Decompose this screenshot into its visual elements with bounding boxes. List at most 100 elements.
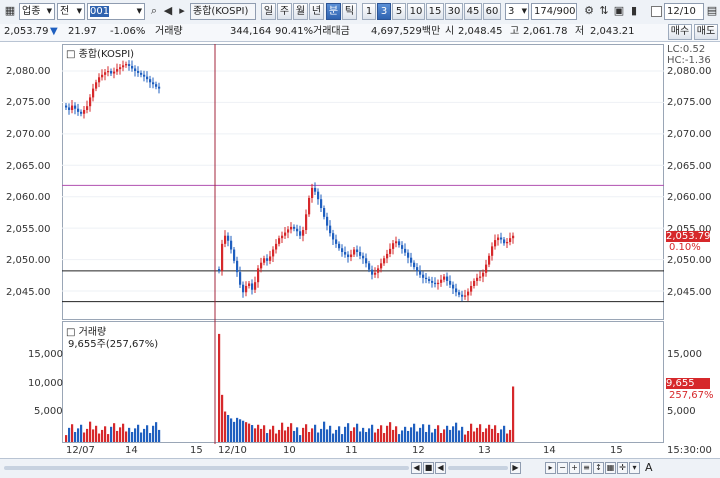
- period-day[interactable]: 일: [261, 3, 276, 20]
- minute-45[interactable]: 45: [464, 3, 482, 20]
- grid-icon[interactable]: ▦: [605, 462, 616, 474]
- speaker-icon[interactable]: ◀: [161, 4, 175, 19]
- crosshair-icon[interactable]: ✛: [617, 462, 628, 474]
- volume-bar: [290, 423, 293, 442]
- market-select[interactable]: 업종 ▼: [19, 3, 55, 20]
- candle-body: [263, 258, 266, 263]
- volume-bar: [269, 429, 272, 442]
- search-icon[interactable]: ⌕: [147, 4, 161, 19]
- period-tick[interactable]: 틱: [342, 3, 357, 20]
- candle-body: [512, 235, 515, 239]
- x-label: 14: [125, 445, 138, 456]
- buy-button[interactable]: 매수: [668, 24, 692, 40]
- volume-bar: [266, 433, 269, 442]
- volume-bar: [275, 433, 278, 442]
- period-minute[interactable]: 분: [326, 3, 341, 20]
- candle-body: [158, 86, 161, 89]
- text-size-icon[interactable]: A: [645, 461, 653, 474]
- price-y-tick-right: 2,080.00: [667, 66, 712, 77]
- volume-bar: [149, 433, 152, 442]
- range-select[interactable]: 전 ▼: [57, 3, 85, 20]
- volume-bar: [242, 420, 245, 442]
- candle-body: [251, 283, 254, 290]
- down-icon[interactable]: ▾: [629, 462, 640, 474]
- volume-bar: [224, 411, 227, 442]
- zoom-in-icon[interactable]: +: [569, 462, 580, 474]
- period-week[interactable]: 주: [277, 3, 292, 20]
- zoom-out-icon[interactable]: −: [557, 462, 568, 474]
- scroll-left-icon[interactable]: ◀: [411, 462, 422, 474]
- candle-body: [374, 272, 377, 275]
- minute-10[interactable]: 10: [407, 3, 425, 20]
- minute-30[interactable]: 30: [445, 3, 463, 20]
- chevron-down-icon: ▼: [136, 7, 142, 15]
- candle-body: [347, 254, 350, 258]
- candle-body: [365, 258, 368, 264]
- candle-body: [152, 82, 155, 85]
- horizontal-scrollbar[interactable]: [4, 466, 409, 470]
- zoom-slider[interactable]: [448, 466, 508, 470]
- volume-bar: [239, 419, 242, 442]
- volume-ratio: 90.41%: [275, 26, 314, 37]
- volume-bar: [419, 427, 422, 442]
- date-checkbox[interactable]: [651, 6, 662, 17]
- volume-bar: [458, 430, 461, 442]
- volume-bar: [437, 425, 440, 442]
- chevron-down-icon: ▼: [76, 7, 82, 15]
- date-input[interactable]: 12/10: [664, 3, 704, 20]
- bar-icon[interactable]: ▮: [627, 4, 641, 19]
- candle-body: [437, 282, 440, 285]
- volume-bar: [488, 424, 491, 442]
- toggle-icon[interactable]: ▸: [545, 462, 556, 474]
- list-icon[interactable]: ≡: [581, 462, 592, 474]
- chart-type-icon[interactable]: ▦: [3, 4, 17, 19]
- candle-body: [440, 279, 443, 283]
- candle-body: [287, 229, 290, 233]
- volume-bar: [371, 424, 374, 442]
- amount-value: 4,697,529백만: [371, 26, 441, 37]
- price-right-axis: [665, 44, 720, 320]
- candle-body: [338, 243, 341, 249]
- volume-bar: [401, 430, 404, 442]
- candle-body: [296, 228, 299, 232]
- volume-bar: [89, 421, 92, 442]
- first-page-icon[interactable]: ■: [423, 462, 434, 474]
- cursor-icon[interactable]: ↕: [593, 462, 604, 474]
- sort-icon[interactable]: ⇅: [597, 4, 611, 19]
- calendar-icon[interactable]: ▤: [705, 4, 719, 19]
- volume-bar: [158, 429, 161, 442]
- candle-body: [77, 108, 80, 112]
- volume-bar: [383, 433, 386, 442]
- volume-bar: [230, 418, 233, 442]
- candle-body: [386, 253, 389, 259]
- candle-body: [125, 64, 128, 66]
- code-input[interactable]: 001 ▼: [87, 3, 145, 20]
- candle-body: [92, 88, 95, 98]
- sell-button[interactable]: 매도: [694, 24, 718, 40]
- minute-60[interactable]: 60: [483, 3, 501, 20]
- minute-15[interactable]: 15: [426, 3, 444, 20]
- candle-body: [245, 285, 248, 293]
- interval-input[interactable]: 3 ▼: [505, 3, 529, 20]
- minute-5[interactable]: 5: [392, 3, 406, 20]
- step-right-icon[interactable]: ▶: [510, 462, 521, 474]
- count-input[interactable]: 174/900: [531, 3, 577, 20]
- step-left-icon[interactable]: ◀: [435, 462, 446, 474]
- volume-bar: [476, 427, 479, 442]
- minute-1[interactable]: 1: [362, 3, 376, 20]
- x-label: 11: [345, 445, 358, 456]
- candle-body: [428, 279, 431, 281]
- candle-body: [233, 249, 236, 261]
- wrench-icon[interactable]: ⚙: [582, 4, 596, 19]
- volume-bar: [497, 433, 500, 442]
- prev-next-icon[interactable]: ▸: [175, 4, 189, 19]
- period-month[interactable]: 월: [293, 3, 308, 20]
- volume-bar: [449, 429, 452, 442]
- volume-bar: [248, 423, 251, 442]
- candle-body: [218, 269, 221, 271]
- period-year[interactable]: 년: [309, 3, 324, 20]
- volume-bar: [491, 428, 494, 442]
- save-icon[interactable]: ▣: [612, 4, 626, 19]
- minute-3[interactable]: 3: [377, 3, 391, 20]
- candle-body: [455, 288, 458, 293]
